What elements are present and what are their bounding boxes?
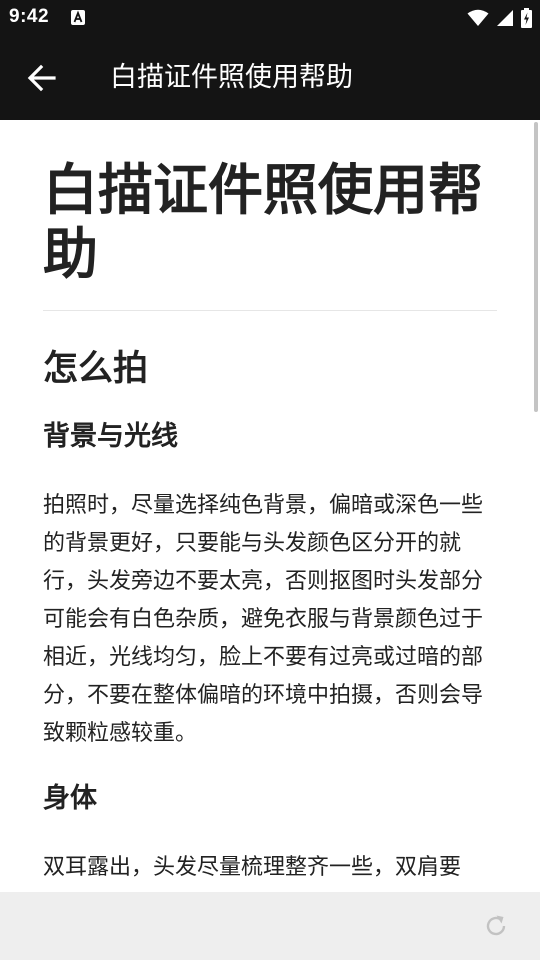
wifi-icon	[467, 9, 489, 26]
refresh-icon	[486, 915, 506, 936]
cellular-signal-icon	[497, 10, 513, 26]
paragraph-body: 双耳露出，头发尽量梳理整齐一些，双肩要	[43, 855, 462, 880]
paragraph-background-lighting: 拍照时，尽量选择纯色背景，偏暗或深色一些的背景更好，只要能与头发颜色区分开的就行…	[43, 493, 484, 746]
status-icons	[467, 7, 532, 29]
battery-charging-icon	[521, 8, 532, 28]
article-title: 白描证件照使用帮助	[43, 158, 484, 286]
refresh-button[interactable]	[482, 912, 510, 940]
subsection-heading-background-lighting: 背景与光线	[43, 421, 178, 452]
bottom-toolbar	[0, 892, 540, 960]
app-title: 白描证件照使用帮助	[110, 62, 353, 93]
a-notification-icon	[71, 10, 85, 25]
back-button[interactable]	[22, 58, 62, 98]
help-content[interactable]: 白描证件照使用帮助 怎么拍 背景与光线 拍照时，尽量选择纯色背景，偏暗或深色一些…	[0, 120, 540, 892]
arrow-left-icon	[27, 64, 56, 92]
section-heading-how-to-shoot: 怎么拍	[43, 349, 149, 389]
scrollbar[interactable]	[534, 122, 538, 412]
app-bar: 白描证件照使用帮助	[0, 36, 540, 120]
status-bar: 9:42	[0, 0, 540, 36]
article: 白描证件照使用帮助 怎么拍 背景与光线 拍照时，尽量选择纯色背景，偏暗或深色一些…	[43, 158, 503, 887]
title-divider	[43, 310, 497, 311]
status-time: 9:42	[9, 6, 50, 27]
subsection-heading-body: 身体	[43, 783, 97, 814]
